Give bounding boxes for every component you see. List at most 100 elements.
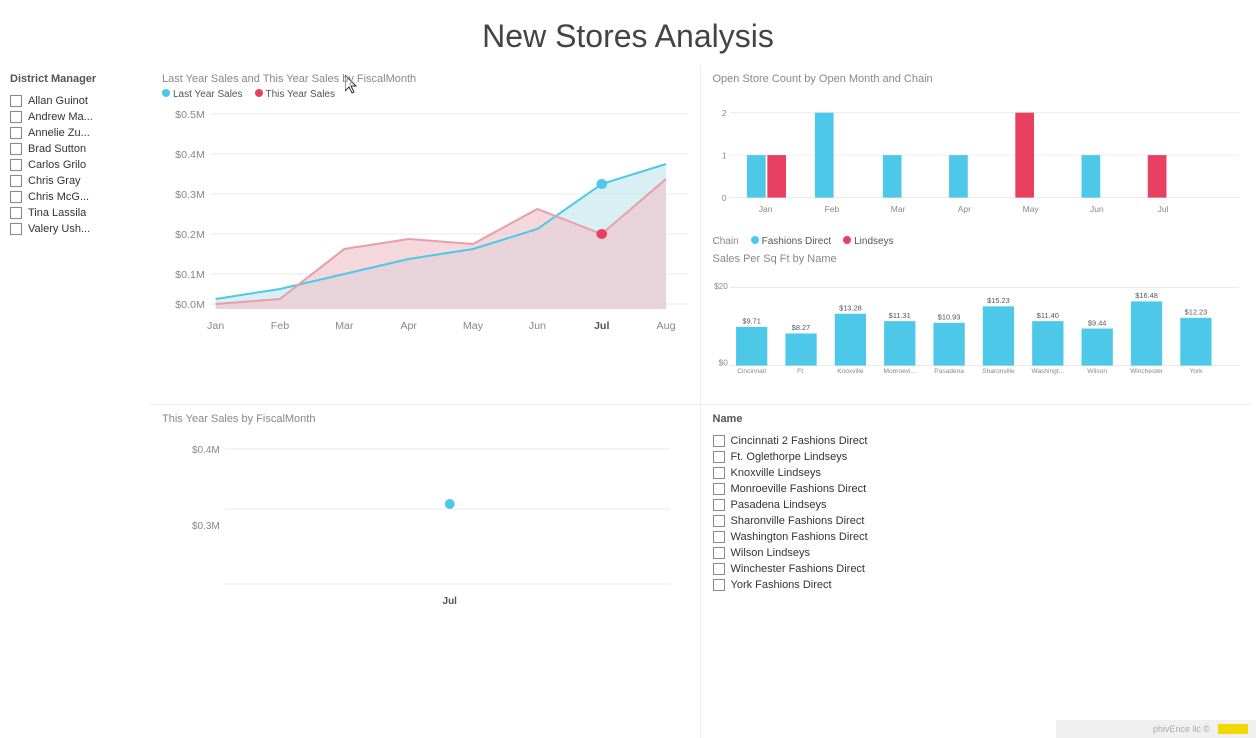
- sidebar-item-allan[interactable]: Allan Guinot: [10, 93, 135, 109]
- jul-highlight-dot: [596, 179, 607, 189]
- name-label-9: York Fashions Direct: [731, 579, 832, 591]
- this-year-chart-panel: This Year Sales by FiscalMonth $0.4M $0.…: [150, 405, 701, 738]
- fashions-direct-label: Fashions Direct: [762, 236, 831, 247]
- svg-text:$11.31: $11.31: [888, 311, 910, 320]
- name-list-panel: Name Cincinnati 2 Fashions Direct Ft. Og…: [701, 405, 1252, 738]
- sidebar-label-andrew: Andrew Ma...: [28, 111, 93, 123]
- checkbox-chris-mcg[interactable]: [10, 191, 22, 203]
- name-checkbox-4[interactable]: [713, 499, 725, 511]
- svg-text:Washingt...: Washingt...: [1031, 368, 1064, 375]
- svg-text:2: 2: [721, 108, 726, 118]
- svg-text:$0: $0: [718, 359, 728, 368]
- svg-text:Jan: Jan: [758, 204, 772, 214]
- name-item-1[interactable]: Ft. Oglethorpe Lindseys: [713, 449, 1240, 465]
- sidebar-label-tina: Tina Lassila: [28, 207, 86, 219]
- sidebar-item-carlos[interactable]: Carlos Grilo: [10, 157, 135, 173]
- checkbox-andrew[interactable]: [10, 111, 22, 123]
- footer-bar: phivEnce llc ©: [1056, 720, 1256, 738]
- svg-text:1: 1: [721, 151, 726, 161]
- name-item-0[interactable]: Cincinnati 2 Fashions Direct: [713, 433, 1240, 449]
- name-checkbox-5[interactable]: [713, 515, 725, 527]
- svg-text:$0.1M: $0.1M: [175, 270, 205, 281]
- name-item-7[interactable]: Wilson Lindseys: [713, 545, 1240, 561]
- name-checkbox-7[interactable]: [713, 547, 725, 559]
- svg-text:Ft.: Ft.: [797, 368, 805, 375]
- name-checkbox-8[interactable]: [713, 563, 725, 575]
- name-item-3[interactable]: Monroeville Fashions Direct: [713, 481, 1240, 497]
- checkbox-carlos[interactable]: [10, 159, 22, 171]
- name-label-0: Cincinnati 2 Fashions Direct: [731, 435, 868, 447]
- chain-label: Chain: [713, 236, 739, 247]
- name-label-3: Monroeville Fashions Direct: [731, 483, 867, 495]
- name-item-5[interactable]: Sharonville Fashions Direct: [713, 513, 1240, 529]
- name-item-6[interactable]: Washington Fashions Direct: [713, 529, 1240, 545]
- name-item-8[interactable]: Winchester Fashions Direct: [713, 561, 1240, 577]
- svg-text:$0.3M: $0.3M: [192, 521, 220, 532]
- svg-text:$10.93: $10.93: [937, 313, 960, 322]
- right-top-panel: Open Store Count by Open Month and Chain…: [701, 65, 1252, 405]
- name-label-5: Sharonville Fashions Direct: [731, 515, 865, 527]
- svg-text:Apr: Apr: [957, 204, 970, 214]
- line-chart-legend: Last Year Sales This Year Sales: [162, 89, 688, 100]
- checkbox-valery[interactable]: [10, 223, 22, 235]
- svg-text:May: May: [463, 321, 484, 332]
- sidebar-item-chris-gray[interactable]: Chris Gray: [10, 173, 135, 189]
- checkbox-chris-gray[interactable]: [10, 175, 22, 187]
- this-year-dot: [255, 89, 263, 97]
- sales-sqft-title: Sales Per Sq Ft by Name: [713, 253, 1240, 265]
- checkbox-brad[interactable]: [10, 143, 22, 155]
- name-list: Cincinnati 2 Fashions Direct Ft. Ogletho…: [713, 433, 1240, 593]
- sidebar-label-chris-mcg: Chris McG...: [28, 191, 89, 203]
- name-checkbox-1[interactable]: [713, 451, 725, 463]
- line-chart-svg: $0.5M $0.4M $0.3M $0.2M $0.1M $0.0M: [162, 104, 688, 344]
- open-store-svg: 2 1 0: [713, 89, 1240, 234]
- last-year-dot: [162, 89, 170, 97]
- svg-text:$9.44: $9.44: [1087, 318, 1106, 327]
- sidebar-item-annelie[interactable]: Annelie Zu...: [10, 125, 135, 141]
- sidebar-item-brad[interactable]: Brad Sutton: [10, 141, 135, 157]
- svg-text:$12.23: $12.23: [1184, 308, 1207, 317]
- name-item-9[interactable]: York Fashions Direct: [713, 577, 1240, 593]
- name-label-8: Winchester Fashions Direct: [731, 563, 866, 575]
- svg-text:$0.0M: $0.0M: [175, 300, 205, 311]
- name-checkbox-3[interactable]: [713, 483, 725, 495]
- district-manager-filter: District Manager Allan Guinot Andrew Ma.…: [0, 65, 145, 738]
- sidebar-label-allan: Allan Guinot: [28, 95, 88, 107]
- sidebar-label-annelie: Annelie Zu...: [28, 127, 90, 139]
- jul-highlight-dot-red: [596, 229, 607, 239]
- checkbox-annelie[interactable]: [10, 127, 22, 139]
- svg-text:Winchester: Winchester: [1130, 368, 1164, 375]
- checkbox-allan[interactable]: [10, 95, 22, 107]
- sidebar-item-chris-mcg[interactable]: Chris McG...: [10, 189, 135, 205]
- sidebar-item-andrew[interactable]: Andrew Ma...: [10, 109, 135, 125]
- svg-text:$0.2M: $0.2M: [175, 230, 205, 241]
- svg-text:$0.4M: $0.4M: [175, 150, 205, 161]
- checkbox-tina[interactable]: [10, 207, 22, 219]
- name-item-2[interactable]: Knoxville Lindseys: [713, 465, 1240, 481]
- this-year-title: This Year Sales by FiscalMonth: [162, 413, 688, 425]
- sidebar-item-tina[interactable]: Tina Lassila: [10, 205, 135, 221]
- svg-text:Mar: Mar: [335, 321, 354, 332]
- svg-text:Knoxville: Knoxville: [837, 368, 864, 375]
- line-chart-title: Last Year Sales and This Year Sales by F…: [162, 73, 688, 85]
- svg-text:Jul: Jul: [1157, 204, 1168, 214]
- svg-text:Feb: Feb: [271, 321, 290, 332]
- svg-text:$13.28: $13.28: [839, 303, 862, 312]
- fashions-direct-dot: [751, 236, 759, 244]
- sidebar-title: District Manager: [10, 73, 135, 85]
- svg-text:Feb: Feb: [824, 204, 839, 214]
- lindseys-label: Lindseys: [854, 236, 893, 247]
- name-checkbox-0[interactable]: [713, 435, 725, 447]
- svg-text:Jul: Jul: [594, 321, 610, 332]
- sidebar-label-brad: Brad Sutton: [28, 143, 86, 155]
- name-item-4[interactable]: Pasadena Lindseys: [713, 497, 1240, 513]
- name-label-4: Pasadena Lindseys: [731, 499, 827, 511]
- open-store-title: Open Store Count by Open Month and Chain: [713, 73, 1240, 85]
- name-checkbox-9[interactable]: [713, 579, 725, 591]
- svg-text:$0.5M: $0.5M: [175, 110, 205, 121]
- svg-text:Monroevi...: Monroevi...: [883, 368, 916, 375]
- name-checkbox-6[interactable]: [713, 531, 725, 543]
- svg-text:$16.48: $16.48: [1135, 291, 1158, 300]
- name-checkbox-2[interactable]: [713, 467, 725, 479]
- sidebar-item-valery[interactable]: Valery Ush...: [10, 221, 135, 237]
